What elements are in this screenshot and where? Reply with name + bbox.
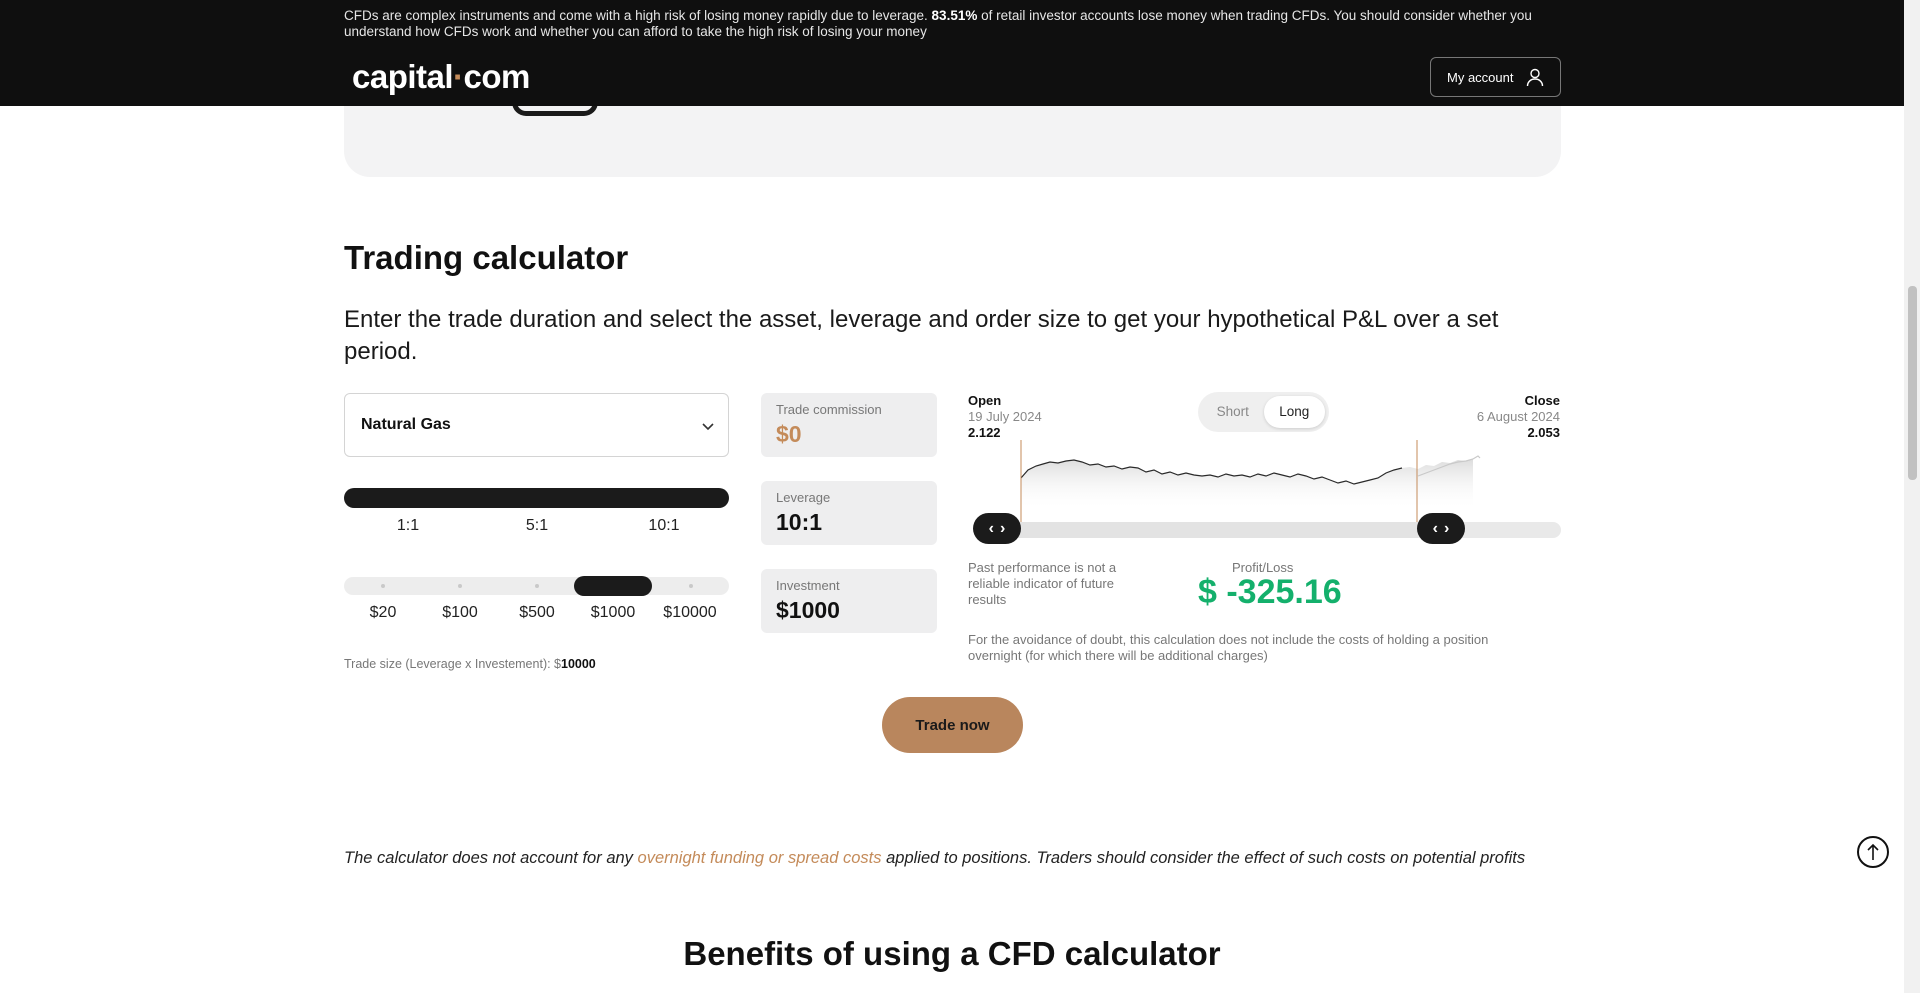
scrollbar-thumb[interactable]: [1908, 286, 1917, 480]
range-selected: [998, 522, 1418, 538]
leverage-option[interactable]: 1:1: [378, 517, 438, 535]
benefits-heading: Benefits of using a CFD calculator: [683, 935, 1221, 972]
my-account-button[interactable]: My account: [1430, 57, 1561, 97]
calculator-disclaimer: The calculator does not account for any …: [344, 849, 1526, 867]
price-chart: [978, 440, 1561, 538]
overnight-funding-link[interactable]: overnight funding or spread costs: [638, 849, 882, 867]
chevron-down-icon: [702, 423, 714, 431]
investment-option[interactable]: $500: [497, 604, 577, 622]
open-range-handle[interactable]: ‹ ›: [973, 513, 1021, 544]
investment-option[interactable]: $20: [343, 604, 423, 622]
leverage-slider[interactable]: [344, 488, 729, 508]
trade-size: Trade size (Leverage x Investement): $10…: [344, 657, 596, 671]
intro-text: Enter the trade duration and select the …: [344, 306, 1499, 365]
risk-percentage: 83.51%: [931, 8, 978, 23]
user-icon: [1527, 68, 1544, 87]
doubt-note: For the avoidance of doubt, this calcula…: [968, 632, 1489, 663]
trade-now-button[interactable]: Trade now: [882, 697, 1023, 753]
close-info: Close 6 August 2024 2.053: [1476, 393, 1560, 440]
open-info: Open 19 July 2024 2.122: [968, 393, 1042, 440]
chevron-right-icon: ›: [1444, 519, 1450, 537]
top-bar: CFDs are complex instruments and come wi…: [0, 0, 1904, 106]
direction-toggle[interactable]: Short Long: [1198, 392, 1329, 432]
chevron-left-icon: ‹: [1432, 519, 1438, 537]
slider-dot: [458, 584, 462, 588]
scroll-to-top-button[interactable]: [1857, 836, 1889, 868]
arrow-up-icon: [1867, 843, 1879, 860]
risk-warning: CFDs are complex instruments and come wi…: [344, 8, 1532, 39]
asset-select[interactable]: Natural Gas: [344, 393, 729, 457]
trade-commission-value: $0: [776, 421, 802, 447]
slider-dot: [689, 584, 693, 588]
slider-dot: [535, 584, 539, 588]
investment-option[interactable]: $10000: [650, 604, 730, 622]
leverage-value: 10:1: [776, 509, 823, 535]
chevron-left-icon: ‹: [988, 519, 994, 537]
toggle-long[interactable]: Long: [1263, 396, 1325, 428]
investment-box: Investment $1000: [761, 569, 937, 633]
past-performance-note: Past performance is not a reliable indic…: [968, 560, 1117, 607]
investment-option[interactable]: $1000: [573, 604, 653, 622]
page-title: Trading calculator: [344, 239, 629, 276]
close-range-handle[interactable]: ‹ ›: [1417, 513, 1465, 544]
profit-loss-value: $ -325.16: [1198, 573, 1342, 611]
leverage-option[interactable]: 5:1: [507, 517, 567, 535]
slider-dot: [381, 584, 385, 588]
investment-value: $1000: [776, 597, 840, 623]
investment-option[interactable]: $100: [420, 604, 500, 622]
toggle-short[interactable]: Short: [1202, 396, 1264, 428]
chevron-right-icon: ›: [1000, 519, 1006, 537]
trade-commission-box: Trade commission $0: [761, 393, 937, 457]
leverage-option[interactable]: 10:1: [634, 517, 694, 535]
leverage-box: Leverage 10:1: [761, 481, 937, 545]
investment-slider-thumb[interactable]: [574, 576, 652, 596]
page-scrollbar[interactable]: [1904, 0, 1920, 993]
chart-area: [1021, 459, 1473, 510]
capital-com-logo[interactable]: capital·com: [352, 58, 530, 96]
